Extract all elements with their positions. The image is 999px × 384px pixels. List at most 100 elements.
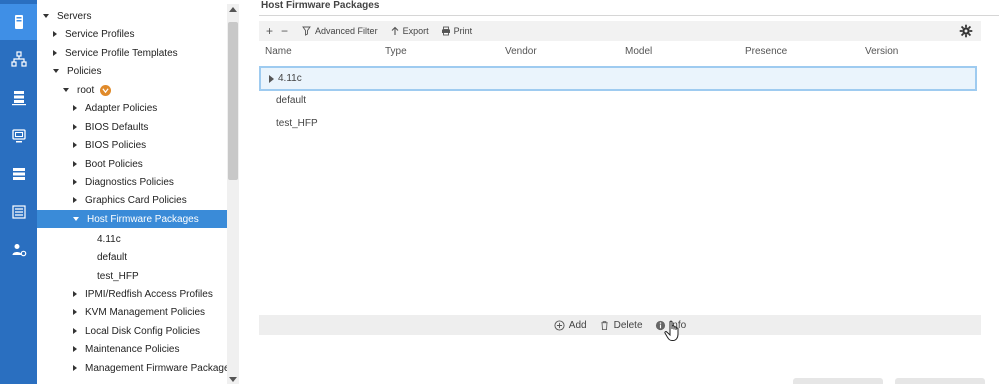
nav-chassis[interactable] xyxy=(0,156,37,192)
action-bar: Add Delete Info xyxy=(259,315,981,335)
column-header-name[interactable]: Name xyxy=(265,46,292,57)
expand-caret-icon[interactable] xyxy=(73,346,77,352)
export-button[interactable]: Export xyxy=(390,26,429,36)
tree-item-servers[interactable]: Servers xyxy=(37,7,227,25)
network-icon xyxy=(10,51,27,67)
table-row[interactable]: 4.11c xyxy=(259,66,977,91)
tree-item-bios-defaults[interactable]: BIOS Defaults xyxy=(37,118,227,136)
tree-item-label: root xyxy=(77,84,95,96)
nav-list[interactable] xyxy=(0,194,37,230)
tree-item-root[interactable]: root xyxy=(37,81,227,99)
expand-caret-icon[interactable] xyxy=(73,309,77,315)
export-icon xyxy=(391,26,398,35)
gear-icon[interactable] xyxy=(959,24,973,38)
tree-item-bios-policies[interactable]: BIOS Policies xyxy=(37,136,227,154)
tree-item-host-firmware-packages[interactable]: Host Firmware Packages xyxy=(37,210,227,228)
column-header-version[interactable]: Version xyxy=(865,46,898,57)
tree-item-ipmi-profiles[interactable]: IPMI/Redfish Access Profiles xyxy=(37,285,227,303)
add-label: Add xyxy=(568,319,587,331)
expand-caret-icon[interactable] xyxy=(53,50,57,56)
tree-item-policies[interactable]: Policies xyxy=(37,62,227,80)
expand-caret-icon[interactable] xyxy=(53,69,59,73)
tree-item-service-profile-templates[interactable]: Service Profile Templates xyxy=(37,44,227,62)
add-circle-icon xyxy=(554,319,565,331)
scroll-up-icon[interactable] xyxy=(229,7,237,12)
nav-admin[interactable] xyxy=(0,232,37,268)
row-name: default xyxy=(276,94,307,106)
tree-item-service-profiles[interactable]: Service Profiles xyxy=(37,25,227,43)
expand-caret-icon[interactable] xyxy=(43,14,49,18)
delete-button[interactable]: Delete xyxy=(599,320,643,331)
printer-icon xyxy=(441,26,450,36)
print-label: Print xyxy=(453,26,473,36)
nav-storage[interactable] xyxy=(0,80,37,116)
tree-item-label: default xyxy=(97,251,128,263)
column-header-vendor[interactable]: Vendor xyxy=(505,46,537,57)
tree-item-label: Policies xyxy=(67,65,102,77)
expand-caret-icon[interactable] xyxy=(73,161,77,167)
expand-caret-icon[interactable] xyxy=(73,217,79,221)
trash-icon xyxy=(600,320,608,330)
footer-button-right[interactable] xyxy=(895,378,985,384)
tree-item-pkg-default[interactable]: default xyxy=(37,248,227,266)
org-root-icon xyxy=(100,84,112,96)
expand-caret-icon[interactable] xyxy=(73,328,77,334)
row-name: 4.11c xyxy=(278,73,302,84)
storage-icon xyxy=(11,91,26,106)
tree-item-label: Host Firmware Packages xyxy=(87,213,199,225)
tree-item-maintenance-policies[interactable]: Maintenance Policies xyxy=(37,340,227,358)
filter-icon xyxy=(302,26,311,36)
scroll-down-icon[interactable] xyxy=(229,377,237,382)
scroll-thumb[interactable] xyxy=(228,22,238,180)
advanced-filter-button[interactable]: Advanced Filter xyxy=(302,26,378,36)
tree-item-label: KVM Management Policies xyxy=(85,306,206,318)
tree-item-label: Service Profile Templates xyxy=(65,47,178,59)
tree-item-label: Management Firmware Packages xyxy=(85,362,235,374)
expand-caret-icon[interactable] xyxy=(73,142,77,148)
column-header-model[interactable]: Model xyxy=(625,46,652,57)
footer-button-left[interactable] xyxy=(793,378,883,384)
expand-caret-icon[interactable] xyxy=(53,31,57,37)
expand-caret-icon[interactable] xyxy=(73,179,77,185)
print-button[interactable]: Print xyxy=(441,26,473,36)
expand-caret-icon[interactable] xyxy=(73,197,77,203)
footer-buttons xyxy=(781,378,999,384)
export-label: Export xyxy=(402,26,429,36)
tree-item-label: Graphics Card Policies xyxy=(85,194,187,206)
chassis-icon xyxy=(12,168,25,180)
tree-item-mgmt-firmware-packages[interactable]: Management Firmware Packages xyxy=(37,359,235,377)
tree-item-label: Service Profiles xyxy=(65,28,135,40)
tree-item-diagnostics-policies[interactable]: Diagnostics Policies xyxy=(37,173,227,191)
expand-caret-icon[interactable] xyxy=(73,124,77,130)
table-row[interactable]: default xyxy=(259,89,977,111)
tree-item-label: Servers xyxy=(57,10,92,22)
title-divider xyxy=(259,15,999,16)
column-header-presence[interactable]: Presence xyxy=(745,46,787,57)
toolbar-add-button[interactable]: + xyxy=(266,24,277,38)
expand-caret-icon[interactable] xyxy=(73,291,77,297)
tree-item-adapter-policies[interactable]: Adapter Policies xyxy=(37,99,227,117)
tree-item-kvm-policies[interactable]: KVM Management Policies xyxy=(37,303,227,321)
nav-vm[interactable] xyxy=(0,118,37,154)
toolbar-remove-button[interactable]: − xyxy=(281,24,292,38)
column-header-type[interactable]: Type xyxy=(385,46,407,57)
nav-servers[interactable] xyxy=(0,4,37,40)
admin-icon xyxy=(12,244,26,257)
tree-item-graphics-card-policies[interactable]: Graphics Card Policies xyxy=(37,191,227,209)
tree-item-label: Maintenance Policies xyxy=(85,343,180,355)
tree-item-label: 4.11c xyxy=(97,233,121,245)
tree-item-local-disk-policies[interactable]: Local Disk Config Policies xyxy=(37,322,227,340)
tree-item-boot-policies[interactable]: Boot Policies xyxy=(37,155,227,173)
expand-caret-icon[interactable] xyxy=(73,105,77,111)
expand-caret-icon[interactable] xyxy=(63,88,69,92)
navigation-tree: Servers Service Profiles Service Profile… xyxy=(37,0,241,384)
tree-scrollbar[interactable] xyxy=(227,4,239,384)
expand-caret-icon[interactable] xyxy=(73,365,77,371)
nav-rail xyxy=(0,0,37,384)
add-button[interactable]: Add xyxy=(554,320,587,331)
tree-item-pkg-test-hfp[interactable]: test_HFP xyxy=(37,267,227,285)
table-row[interactable]: test_HFP xyxy=(259,112,977,134)
tree-item-pkg-4-11c[interactable]: 4.11c xyxy=(37,230,227,248)
row-expand-caret-icon[interactable] xyxy=(269,74,274,83)
nav-network[interactable] xyxy=(0,41,37,77)
